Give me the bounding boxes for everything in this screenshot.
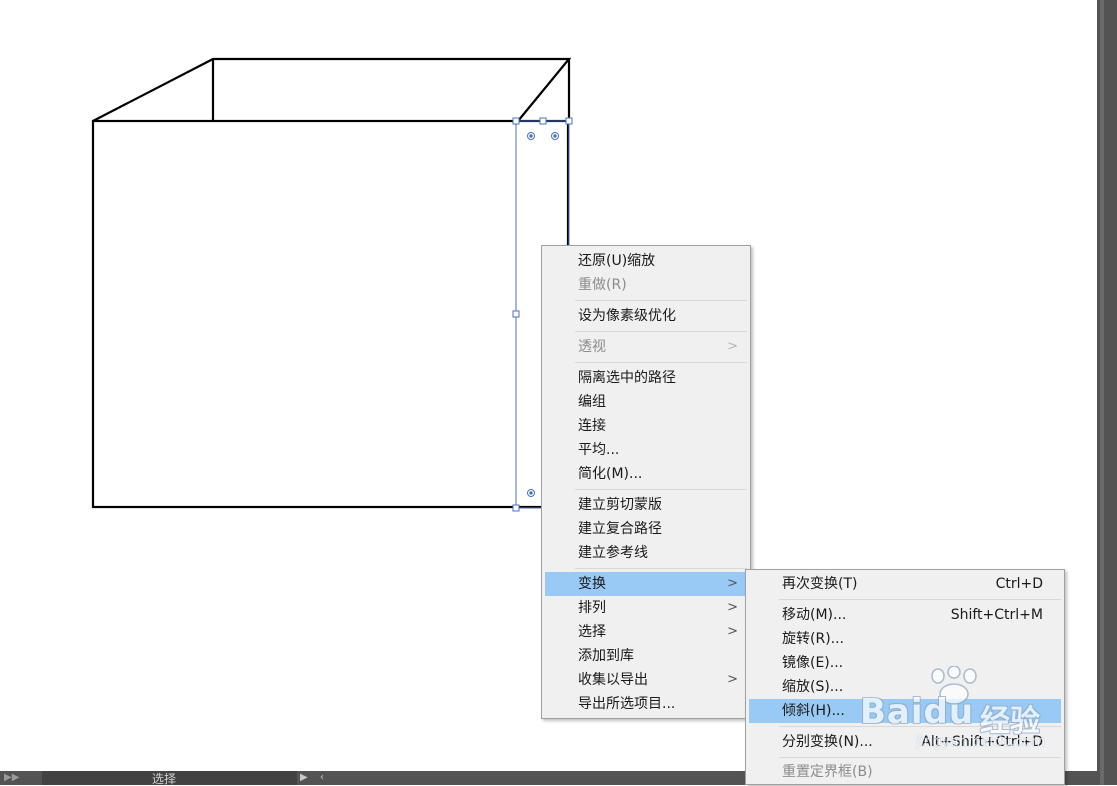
- handle-top-right[interactable]: [565, 117, 573, 125]
- menu-item-compound-path[interactable]: 建立复合路径: [545, 517, 747, 541]
- right-panel-edge: [1097, 0, 1117, 785]
- menu-item-label: 分别变换(N)...: [782, 734, 873, 750]
- submenu-item-move[interactable]: 移动(M)... Shift+Ctrl+M: [749, 603, 1061, 627]
- menu-item-add-to-library[interactable]: 添加到库: [545, 644, 747, 668]
- menu-item-label: 隔离选中的路径: [578, 370, 676, 386]
- menu-item-simplify[interactable]: 简化(M)...: [545, 462, 747, 486]
- menu-item-perspective: 透视 >: [545, 335, 747, 359]
- menu-item-label: 还原(U)缩放: [578, 253, 656, 269]
- menu-separator: [575, 568, 747, 569]
- box-drawing[interactable]: [91, 57, 572, 509]
- submenu-item-transform-each[interactable]: 分别变换(N)... Alt+Shift+Ctrl+D: [749, 730, 1061, 754]
- menu-item-label: 再次变换(T): [782, 576, 858, 592]
- handle-bottom-left[interactable]: [512, 504, 520, 512]
- play-icon[interactable]: ▶: [300, 771, 308, 785]
- menu-item-label: 排列: [578, 600, 606, 616]
- menu-separator: [575, 300, 747, 301]
- artboard-nav-icon[interactable]: ▶▶: [4, 771, 34, 785]
- menu-separator: [575, 331, 747, 332]
- box-top-face[interactable]: [92, 57, 572, 122]
- menu-separator: [779, 726, 1061, 727]
- menu-item-label: 旋转(R)...: [782, 631, 845, 647]
- submenu-item-transform-again[interactable]: 再次变换(T) Ctrl+D: [749, 572, 1061, 596]
- menu-separator: [575, 489, 747, 490]
- menu-item-select[interactable]: 选择 >: [545, 620, 747, 644]
- handle-top-middle[interactable]: [539, 117, 547, 125]
- menu-item-label: 选择: [578, 624, 606, 640]
- menu-item-make-guides[interactable]: 建立参考线: [545, 541, 747, 565]
- chevron-right-icon: >: [727, 672, 738, 687]
- chevron-right-icon: >: [727, 576, 738, 591]
- menu-item-label: 添加到库: [578, 648, 634, 664]
- chevron-left-icon[interactable]: ‹: [320, 771, 324, 785]
- menu-item-label: 移动(M)...: [782, 607, 847, 623]
- menu-separator: [779, 757, 1061, 758]
- submenu-item-shear[interactable]: 倾斜(H)...: [749, 699, 1061, 723]
- menu-item-label: 连接: [578, 418, 606, 434]
- menu-item-label: 收集以导出: [578, 672, 648, 688]
- menu-item-label: 重做(R): [578, 277, 627, 293]
- scrollbar-track[interactable]: [1100, 0, 1104, 785]
- menu-item-label: 变换: [578, 576, 606, 592]
- menu-item-label: 缩放(S)...: [782, 679, 844, 695]
- menu-item-label: 重置定界框(B): [782, 764, 873, 780]
- menu-item-clipping-mask[interactable]: 建立剪切蒙版: [545, 493, 747, 517]
- menu-item-label: 建立复合路径: [578, 521, 662, 537]
- menu-item-arrange[interactable]: 排列 >: [545, 596, 747, 620]
- menu-item-join[interactable]: 连接: [545, 414, 747, 438]
- chevron-right-icon: >: [727, 624, 738, 639]
- handle-middle-left[interactable]: [512, 310, 520, 318]
- menu-item-pixel-optimize[interactable]: 设为像素级优化: [545, 304, 747, 328]
- menu-item-label: 透视: [578, 339, 606, 355]
- submenu-item-reset-bounding-box: 重置定界框(B): [749, 760, 1061, 784]
- menu-item-label: 建立剪切蒙版: [578, 497, 662, 513]
- submenu-item-scale[interactable]: 缩放(S)...: [749, 675, 1061, 699]
- menu-item-undo-zoom[interactable]: 还原(U)缩放: [545, 249, 747, 273]
- menu-item-collect-for-export[interactable]: 收集以导出 >: [545, 668, 747, 692]
- tool-status-text: 选择: [152, 772, 177, 786]
- menu-item-isolate-path[interactable]: 隔离选中的路径: [545, 366, 747, 390]
- menu-item-average[interactable]: 平均...: [545, 438, 747, 462]
- menu-item-label: 设为像素级优化: [578, 308, 676, 324]
- chevron-right-icon: >: [727, 339, 738, 354]
- menu-item-label: 倾斜(H)...: [782, 703, 845, 719]
- menu-item-label: 平均...: [578, 442, 620, 458]
- submenu-item-rotate[interactable]: 旋转(R)...: [749, 627, 1061, 651]
- menu-item-label: 编组: [578, 394, 606, 410]
- menu-item-shortcut: Alt+Shift+Ctrl+D: [921, 734, 1043, 750]
- context-menu: 还原(U)缩放 重做(R) 设为像素级优化 透视 > 隔离选中的路径 编组 连接 …: [541, 245, 751, 719]
- menu-item-label: 镜像(E)...: [782, 655, 844, 671]
- menu-item-shortcut: Shift+Ctrl+M: [950, 607, 1043, 623]
- transform-submenu: 再次变换(T) Ctrl+D 移动(M)... Shift+Ctrl+M 旋转(R)…: [745, 569, 1065, 785]
- submenu-item-reflect[interactable]: 镜像(E)...: [749, 651, 1061, 675]
- menu-item-transform[interactable]: 变换 >: [545, 572, 747, 596]
- menu-item-label: 导出所选项目...: [578, 696, 676, 712]
- menu-item-label: 简化(M)...: [578, 466, 643, 482]
- handle-top-left[interactable]: [512, 117, 520, 125]
- menu-item-group[interactable]: 编组: [545, 390, 747, 414]
- chevron-right-icon: >: [727, 600, 738, 615]
- menu-item-export-selection[interactable]: 导出所选项目...: [545, 692, 747, 716]
- menu-item-redo: 重做(R): [545, 273, 747, 297]
- menu-item-shortcut: Ctrl+D: [995, 576, 1043, 592]
- box-front-face[interactable]: [91, 119, 570, 509]
- menu-separator: [779, 599, 1061, 600]
- menu-item-label: 建立参考线: [578, 545, 648, 561]
- menu-separator: [575, 362, 747, 363]
